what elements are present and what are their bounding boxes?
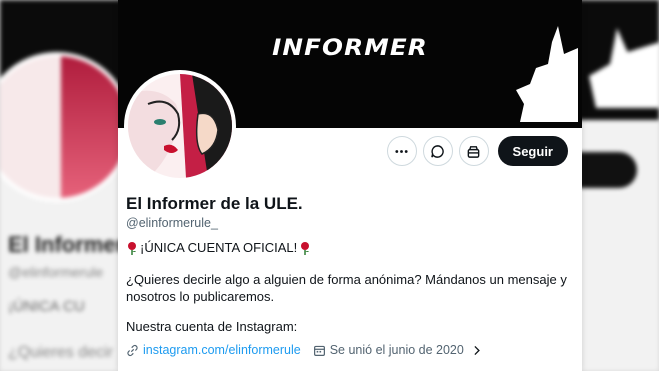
- tagline-text: ¡ÚNICA CUENTA OFICIAL!: [140, 240, 298, 255]
- more-icon: [395, 149, 408, 153]
- chevron-right-icon[interactable]: [470, 344, 483, 357]
- profile-actions: Seguir: [386, 136, 568, 166]
- bg-tagline: ¡ÚNICA CU: [8, 298, 85, 315]
- bio-instagram-line: Nuestra cuenta de Instagram:: [126, 319, 298, 334]
- calendar-icon: [313, 345, 325, 356]
- avatar-illustration-icon: [128, 74, 232, 178]
- avatar[interactable]: [124, 70, 236, 182]
- subscribe-button[interactable]: [458, 136, 489, 166]
- bg-avatar: [0, 52, 132, 202]
- rose-emoji-icon: [301, 241, 310, 255]
- message-button[interactable]: [422, 136, 453, 166]
- profile-meta: instagram.com/elinformerule Se unió el j…: [126, 343, 487, 357]
- join-date: Se unió el junio de 2020: [329, 343, 464, 357]
- username-handle: @elinformerule_: [126, 216, 218, 230]
- profile-card: INFORMER Seguir El Informer de la ULE. @: [118, 0, 582, 371]
- more-button[interactable]: [386, 136, 417, 166]
- rose-emoji-icon: [128, 241, 136, 255]
- bio-tagline: ¡ÚNICA CUENTA OFICIAL!: [126, 240, 311, 255]
- bg-description: ¿Quieres decir: [8, 344, 113, 361]
- message-icon: [431, 144, 444, 158]
- bio-text: ¿Quieres decirle algo a alguien de forma…: [126, 272, 567, 304]
- bg-name: El Informer: [8, 232, 125, 257]
- follow-button[interactable]: Seguir: [497, 136, 568, 166]
- profile-link[interactable]: instagram.com/elinformerule: [143, 343, 301, 357]
- link-icon: [127, 344, 138, 356]
- subscribe-icon: [467, 145, 480, 158]
- bat-silhouette-icon: [516, 26, 578, 122]
- banner-logo: INFORMER: [272, 36, 428, 61]
- display-name: El Informer de la ULE.: [126, 194, 303, 213]
- bg-handle: @elinformerule: [8, 264, 104, 280]
